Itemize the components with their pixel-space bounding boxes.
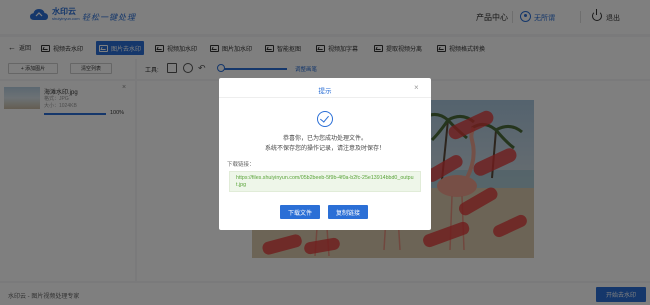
download-link-label: 下载链接： — [227, 162, 255, 168]
check-circle-icon — [317, 111, 333, 127]
dialog-header: 提示 × — [219, 78, 431, 98]
download-file-button[interactable]: 下载文件 — [280, 205, 320, 219]
copy-link-button[interactable]: 复制链接 — [328, 205, 368, 219]
download-link-box[interactable]: https://files.shuiyinyun.com/05b2beeb-5f… — [229, 171, 421, 192]
dialog-title: 提示 — [318, 88, 332, 95]
privacy-notice: 系统不保存您的操作记录，请注意及时保存！ — [264, 146, 385, 152]
success-message: 恭喜你，已为您成功处理文件。 — [282, 136, 367, 142]
close-icon[interactable]: × — [414, 83, 419, 92]
success-dialog: 提示 × 恭喜你，已为您成功处理文件。 系统不保存您的操作记录，请注意及时保存！… — [219, 78, 431, 230]
